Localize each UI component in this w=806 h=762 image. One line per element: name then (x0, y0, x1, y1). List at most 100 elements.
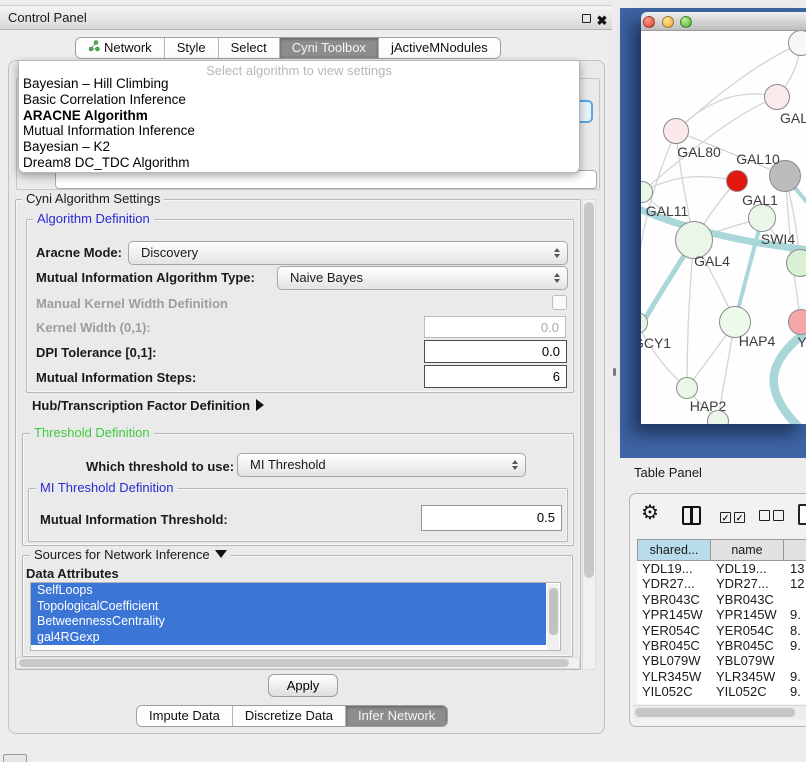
mi-type-label: Mutual Information Algorithm Type: (36, 270, 255, 285)
algorithm-popup-item[interactable]: Bayesian – K2 (19, 139, 579, 155)
table-body: YDL19...YDL19...13YDR27...YDR27...12YBR0… (637, 561, 806, 704)
mi-type-combo[interactable]: Naive Bayes (277, 266, 568, 290)
tab-label: Impute Data (149, 706, 220, 726)
tab-label: jActiveMNodules (391, 38, 488, 58)
table-row[interactable]: YLR345WYLR345W9. (637, 669, 806, 684)
scrollbar-thumb[interactable] (19, 659, 569, 667)
scrollbar-thumb[interactable] (635, 708, 795, 717)
float-window-icon[interactable] (582, 14, 591, 23)
kernel-width-field[interactable]: 0.0 (424, 316, 566, 338)
data-attributes-list: SelfLoopsTopologicalCoefficientBetweenne… (30, 582, 561, 651)
table-row[interactable]: YDR27...YDR27...12 (637, 576, 806, 591)
table-row[interactable]: YDL19...YDL19...13 (637, 561, 806, 576)
table-row[interactable]: YPR145WYPR145W9. (637, 607, 806, 622)
manual-kernel-checkbox[interactable] (552, 295, 567, 310)
expand-right-icon (256, 399, 264, 411)
node-label: GAL10 (736, 151, 780, 167)
tab-label: Infer Network (358, 706, 435, 726)
algorithm-popup-item[interactable]: Bayesian – Hill Climbing (19, 76, 579, 92)
table-horizontal-scrollbar[interactable] (633, 705, 806, 719)
tab-label: Select (231, 38, 267, 58)
table-row[interactable]: YIL052CYIL052C9. (637, 684, 806, 699)
table-column-header[interactable] (784, 539, 806, 561)
node-label: HAP4 (739, 333, 776, 349)
table-column-header[interactable]: name (711, 539, 784, 561)
dpi-tolerance-label: DPI Tolerance [0,1]: (36, 345, 156, 360)
hub-definition-label: Hub/Transcription Factor Definition (32, 398, 250, 413)
network-node-gal[interactable] (764, 84, 790, 110)
network-node[interactable] (726, 170, 748, 192)
dpi-tolerance-field[interactable]: 0.0 (424, 340, 567, 363)
table-row[interactable]: YBL079WYBL079W (637, 653, 806, 668)
settings-horizontal-scrollbar[interactable] (16, 657, 580, 669)
mi-steps-label: Mutual Information Steps: (36, 370, 196, 385)
network-window-titlebar[interactable] (641, 12, 806, 31)
aracne-mode-value: Discovery (141, 245, 198, 260)
table-row[interactable]: YBR043CYBR043C (637, 592, 806, 607)
tab-style[interactable]: Style (165, 38, 219, 58)
close-icon[interactable]: ✖ (594, 9, 610, 33)
gear-icon[interactable]: ⚙ (641, 503, 659, 523)
tab-cyni-toolbox[interactable]: Cyni Toolbox (280, 38, 379, 58)
network-canvas[interactable]: GALGAL80GAL10GAL1GAL11GAL4SWI4GCY1HAP4YH… (641, 31, 806, 424)
deselect-all-checks-icon[interactable] (759, 508, 787, 526)
attribute-list-item[interactable]: gal4RGexp (31, 630, 546, 646)
network-view-window: GALGAL80GAL10GAL1GAL11GAL4SWI4GCY1HAP4YH… (641, 12, 806, 424)
attribute-list-item[interactable]: SelfLoops (31, 583, 546, 599)
hub-definition-toggle[interactable]: Hub/Transcription Factor Definition (32, 398, 264, 413)
network-node-gal80[interactable] (663, 118, 689, 144)
table-row[interactable]: YBR045CYBR045C9. (637, 638, 806, 653)
algorithm-popup-item[interactable]: Basic Correlation Inference (19, 92, 579, 108)
tab-label: Style (177, 38, 206, 58)
which-threshold-combo[interactable]: MI Threshold (237, 453, 526, 477)
minimized-window-icon[interactable] (3, 754, 27, 762)
algorithm-popup-item[interactable]: Dream8 DC_TDC Algorithm (19, 155, 579, 171)
data-attributes-label: Data Attributes (26, 566, 119, 581)
network-node-gal1[interactable] (748, 204, 776, 232)
export-table-icon[interactable] (798, 504, 806, 525)
close-traffic-light-icon[interactable] (643, 16, 655, 28)
algorithm-popup-item[interactable]: Mutual Information Inference (19, 123, 579, 139)
cyni-settings-group-title: Cyni Algorithm Settings (22, 192, 164, 206)
table-row[interactable]: YER054CYER054C8. (637, 623, 806, 638)
tab-select[interactable]: Select (219, 38, 280, 58)
select-all-checks-icon[interactable]: ✓✓ (720, 508, 748, 526)
attribute-list-item[interactable]: TopologicalCoefficient (31, 599, 546, 615)
attribute-list-item[interactable]: BetweennessCentrality (31, 614, 546, 630)
tab-network[interactable]: Network (76, 38, 165, 58)
table-cell: 9. (790, 607, 801, 622)
bottom-tab-bar: Impute Data Discretize Data Infer Network (136, 705, 448, 727)
combo-stepper-icon (505, 454, 525, 476)
sources-group-title[interactable]: Sources for Network Inference (30, 548, 231, 562)
table-cell: 12 (790, 576, 804, 591)
table-cell: YDR27... (716, 576, 769, 591)
control-panel-titlebar: Control Panel ✖ (0, 5, 612, 30)
algorithm-popup-item[interactable]: ARACNE Algorithm (19, 108, 579, 124)
apply-button[interactable]: Apply (268, 674, 338, 697)
tab-infer-network[interactable]: Infer Network (346, 706, 447, 726)
tab-label: Network (104, 38, 152, 58)
zoom-traffic-light-icon[interactable] (680, 16, 692, 28)
minimize-traffic-light-icon[interactable] (662, 16, 674, 28)
tab-discretize-data[interactable]: Discretize Data (233, 706, 346, 726)
table-cell: YBL079W (642, 653, 701, 668)
manual-kernel-label: Manual Kernel Width Definition (36, 296, 228, 311)
columns-icon[interactable] (682, 506, 701, 525)
tab-impute-data[interactable]: Impute Data (137, 706, 233, 726)
combo-stepper-icon (547, 242, 567, 264)
aracne-mode-combo[interactable]: Discovery (128, 241, 568, 265)
network-node-hap2[interactable] (676, 377, 698, 399)
mi-threshold-field[interactable]: 0.5 (421, 505, 562, 531)
which-threshold-value: MI Threshold (250, 457, 326, 472)
panel-splitter-handle[interactable] (613, 368, 616, 376)
mi-steps-field[interactable]: 6 (424, 365, 567, 388)
table-cell: 9. (790, 638, 801, 653)
table-column-header[interactable]: shared... (637, 539, 711, 561)
attribute-list-scrollbar[interactable] (547, 584, 559, 650)
scrollbar-thumb[interactable] (584, 202, 594, 578)
algorithm-popup-placeholder: Select algorithm to view settings (19, 61, 579, 76)
network-node-swi4[interactable] (786, 249, 806, 277)
table-cell: YLR345W (716, 669, 775, 684)
settings-vertical-scrollbar[interactable] (582, 199, 596, 670)
tab-jactivemnodules[interactable]: jActiveMNodules (379, 38, 500, 58)
